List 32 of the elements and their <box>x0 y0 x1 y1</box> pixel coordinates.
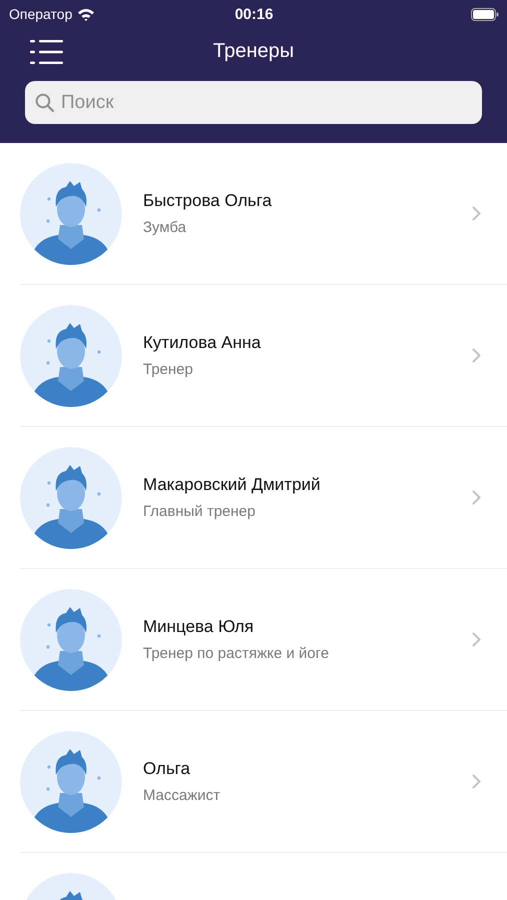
chevron-right-icon <box>472 206 481 221</box>
battery-icon <box>471 8 499 20</box>
trainer-role: Зумба <box>143 219 188 236</box>
chevron-right-icon <box>472 632 481 647</box>
trainer-role: Тренер <box>143 361 194 378</box>
avatar-icon <box>20 446 122 548</box>
trainer-row[interactable]: Быстрова Ольга Зумба <box>20 143 507 285</box>
carrier-name: Оператор <box>9 6 72 22</box>
chevron-right-icon <box>472 774 481 789</box>
menu-icon[interactable] <box>30 40 63 64</box>
trainer-row[interactable]: Кутилова Анна Тренер <box>20 285 507 427</box>
trainer-name: Макаровский Дмитрий <box>143 475 322 495</box>
status-time: 00:16 <box>234 6 274 22</box>
search-field[interactable]: Поиск <box>25 81 482 124</box>
wifi-icon <box>77 8 96 20</box>
trainer-row[interactable]: Минцева Юля Тренер по растяжке и йоге <box>20 569 507 711</box>
avatar-icon <box>20 588 122 690</box>
trainer-role: Массажист <box>143 787 222 804</box>
avatar-icon <box>20 162 122 264</box>
chevron-right-icon <box>472 490 481 505</box>
trainer-name: Минцева Юля <box>143 617 255 637</box>
trainer-row[interactable]: Ольга Массажист <box>20 711 507 853</box>
trainer-role: Тренер по растяжке и йоге <box>143 645 330 662</box>
screen-title: Тренеры <box>212 40 294 63</box>
trainer-role: Главный тренер <box>143 503 256 520</box>
trainer-name: Кутилова Анна <box>143 333 262 353</box>
trainer-name: Ольга <box>143 759 192 779</box>
avatar-icon <box>20 304 122 406</box>
chevron-right-icon <box>472 348 481 363</box>
avatar-icon <box>20 730 122 832</box>
trainer-name: Быстрова Ольга <box>143 191 273 211</box>
trainer-row[interactable]: Макаровский Дмитрий Главный тренер <box>20 427 507 569</box>
